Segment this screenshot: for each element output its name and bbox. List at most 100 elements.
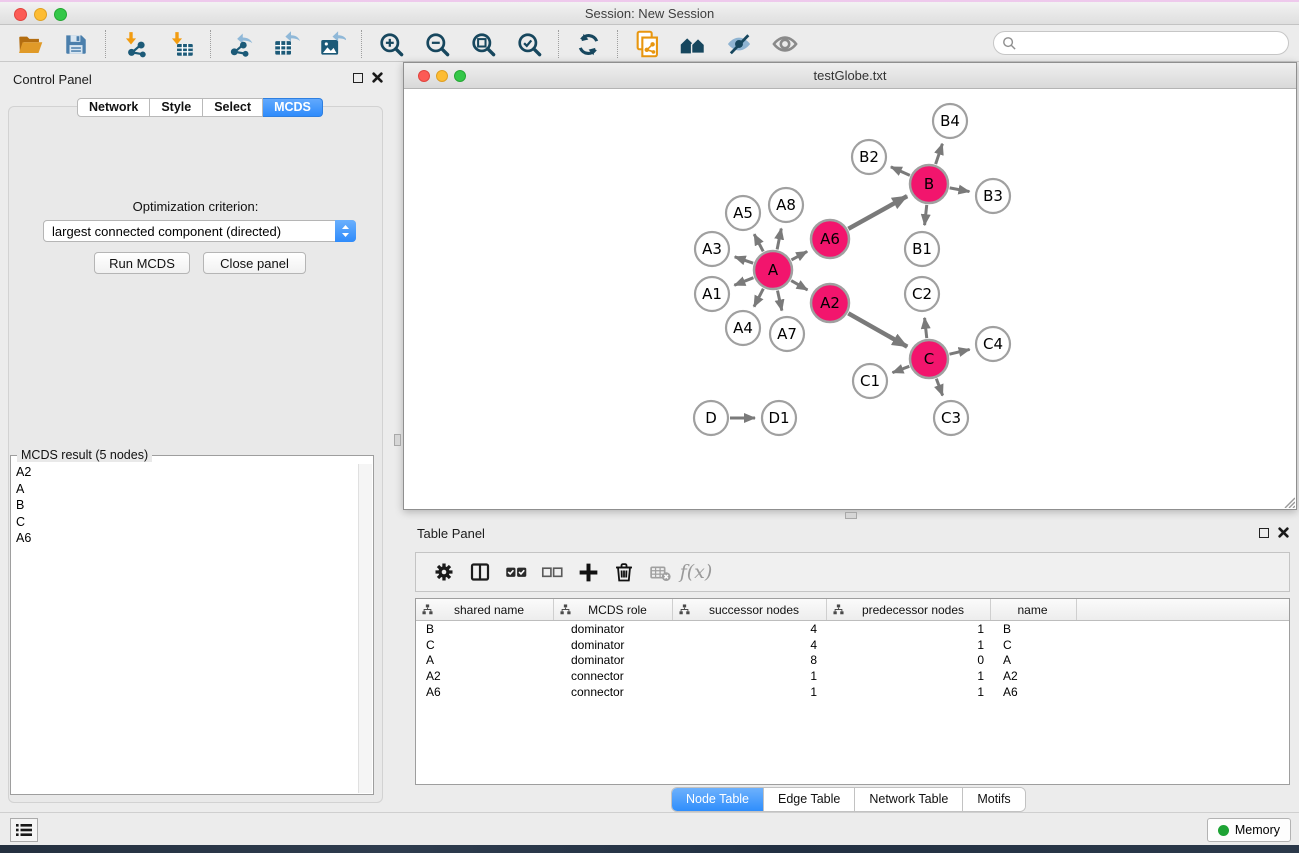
cell[interactable]: dominator — [554, 638, 673, 652]
graph-edge-A-A5[interactable] — [754, 234, 763, 251]
graph-node-A5[interactable]: A5 — [726, 196, 760, 230]
graph-node-D[interactable]: D — [694, 401, 728, 435]
column-header-successor-nodes[interactable]: successor nodes — [673, 599, 827, 620]
open-session-button[interactable] — [14, 28, 46, 60]
export-network-button[interactable] — [224, 28, 256, 60]
cell[interactable]: A6 — [991, 685, 1077, 699]
cell[interactable]: 1 — [673, 669, 827, 683]
mcds-result-item[interactable]: A6 — [12, 530, 358, 547]
search-input[interactable] — [1023, 36, 1280, 51]
export-table-button[interactable] — [270, 28, 302, 60]
graph-edge-C-C1[interactable] — [892, 366, 909, 372]
graph-node-B1[interactable]: B1 — [905, 232, 939, 266]
column-header-MCDS-role[interactable]: MCDS role — [554, 599, 673, 620]
cell[interactable]: A — [416, 653, 554, 667]
memory-button[interactable]: Memory — [1207, 818, 1291, 842]
mcds-result-item[interactable]: C — [12, 514, 358, 531]
cell[interactable]: A2 — [416, 669, 554, 683]
tab-edge-table[interactable]: Edge Table — [763, 788, 854, 811]
graph-node-A[interactable]: A — [754, 251, 792, 289]
graph-node-A8[interactable]: A8 — [769, 188, 803, 222]
zoom-out-button[interactable] — [421, 28, 453, 60]
graph-node-C1[interactable]: C1 — [853, 364, 887, 398]
run-mcds-button[interactable]: Run MCDS — [94, 252, 190, 274]
graph-node-C[interactable]: C — [910, 340, 948, 378]
home-networks-button[interactable] — [677, 28, 709, 60]
graph-edge-A-A3[interactable] — [735, 257, 753, 263]
graph-edge-C-C3[interactable] — [936, 379, 942, 396]
graph-edge-A-A8[interactable] — [777, 229, 781, 250]
zoom-fit-button[interactable] — [467, 28, 499, 60]
column-header-shared-name[interactable]: shared name — [416, 599, 554, 620]
graph-node-A4[interactable]: A4 — [726, 311, 760, 345]
graph-edge-B-B3[interactable] — [950, 188, 970, 192]
graph-edge-C-C4[interactable] — [949, 349, 969, 354]
graph-node-A1[interactable]: A1 — [695, 277, 729, 311]
cell[interactable]: B — [991, 622, 1077, 636]
graph-edge-C-C2[interactable] — [925, 318, 927, 338]
graph-edge-B-B4[interactable] — [936, 144, 943, 164]
table-row-A2[interactable]: A2connector11A2 — [416, 668, 1289, 684]
save-session-button[interactable] — [60, 28, 92, 60]
mcds-result-item[interactable]: A — [12, 481, 358, 498]
float-panel-icon[interactable] — [353, 73, 363, 83]
graph-node-A2[interactable]: A2 — [811, 284, 849, 322]
cell[interactable]: A — [991, 653, 1077, 667]
cell[interactable]: C — [991, 638, 1077, 652]
import-network-button[interactable] — [119, 28, 151, 60]
graph-node-A7[interactable]: A7 — [770, 317, 804, 351]
cell[interactable]: 8 — [673, 653, 827, 667]
optimization-select[interactable]: largest connected component (directed) — [43, 220, 356, 242]
cell[interactable]: 1 — [827, 622, 991, 636]
delete-column-button[interactable] — [606, 555, 642, 589]
network-window-titlebar[interactable]: testGlobe.txt — [404, 63, 1296, 89]
refresh-layout-button[interactable] — [572, 28, 604, 60]
graph-node-B2[interactable]: B2 — [852, 140, 886, 174]
graph-edge-A2-C[interactable] — [848, 313, 907, 346]
zoom-in-button[interactable] — [375, 28, 407, 60]
select-all-columns-button[interactable] — [498, 555, 534, 589]
tab-style[interactable]: Style — [150, 98, 203, 117]
graph-edge-A-A1[interactable] — [734, 278, 753, 286]
cell[interactable]: 1 — [827, 638, 991, 652]
graph-edge-A6-B[interactable] — [848, 196, 907, 229]
mcds-result-item[interactable]: A2 — [12, 464, 358, 481]
cell[interactable]: connector — [554, 669, 673, 683]
cell[interactable]: A6 — [416, 685, 554, 699]
cell[interactable]: 1 — [827, 685, 991, 699]
deselect-all-columns-button[interactable] — [534, 555, 570, 589]
resize-grip-icon[interactable] — [1283, 496, 1295, 508]
graph-edge-A-A7[interactable] — [777, 291, 781, 311]
close-panel-icon[interactable] — [372, 72, 383, 83]
network-canvas[interactable]: B4B2BB3A5A8A6A3B1AA1C2A2A4A7C4CC1C3DD1 — [404, 89, 1296, 509]
cell[interactable]: connector — [554, 685, 673, 699]
search-box[interactable] — [993, 31, 1289, 55]
cell[interactable]: 0 — [827, 653, 991, 667]
cell[interactable]: B — [416, 622, 554, 636]
tab-mcds[interactable]: MCDS — [263, 98, 323, 117]
cell[interactable]: 4 — [673, 622, 827, 636]
create-column-button[interactable] — [570, 555, 606, 589]
table-row-A6[interactable]: A6connector11A6 — [416, 684, 1289, 700]
graph-node-A6[interactable]: A6 — [811, 220, 849, 258]
show-view-button[interactable] — [769, 28, 801, 60]
graph-node-D1[interactable]: D1 — [762, 401, 796, 435]
result-scrollbar[interactable] — [358, 464, 372, 793]
graph-edge-B-B1[interactable] — [925, 205, 927, 225]
tab-select[interactable]: Select — [203, 98, 263, 117]
close-panel-button[interactable]: Close panel — [203, 252, 306, 274]
mcds-result-item[interactable]: B — [12, 497, 358, 514]
cell[interactable]: C — [416, 638, 554, 652]
task-history-button[interactable] — [10, 818, 38, 842]
table-settings-button[interactable] — [426, 555, 462, 589]
graph-edge-B-B2[interactable] — [891, 167, 910, 176]
show-columns-button[interactable] — [462, 555, 498, 589]
export-image-button[interactable] — [316, 28, 348, 60]
graph-node-C3[interactable]: C3 — [934, 401, 968, 435]
cell[interactable]: 1 — [673, 685, 827, 699]
tab-motifs[interactable]: Motifs — [962, 788, 1024, 811]
graph-node-B4[interactable]: B4 — [933, 104, 967, 138]
zoom-selected-button[interactable] — [513, 28, 545, 60]
tab-node-table[interactable]: Node Table — [672, 788, 763, 811]
cell[interactable]: dominator — [554, 622, 673, 636]
